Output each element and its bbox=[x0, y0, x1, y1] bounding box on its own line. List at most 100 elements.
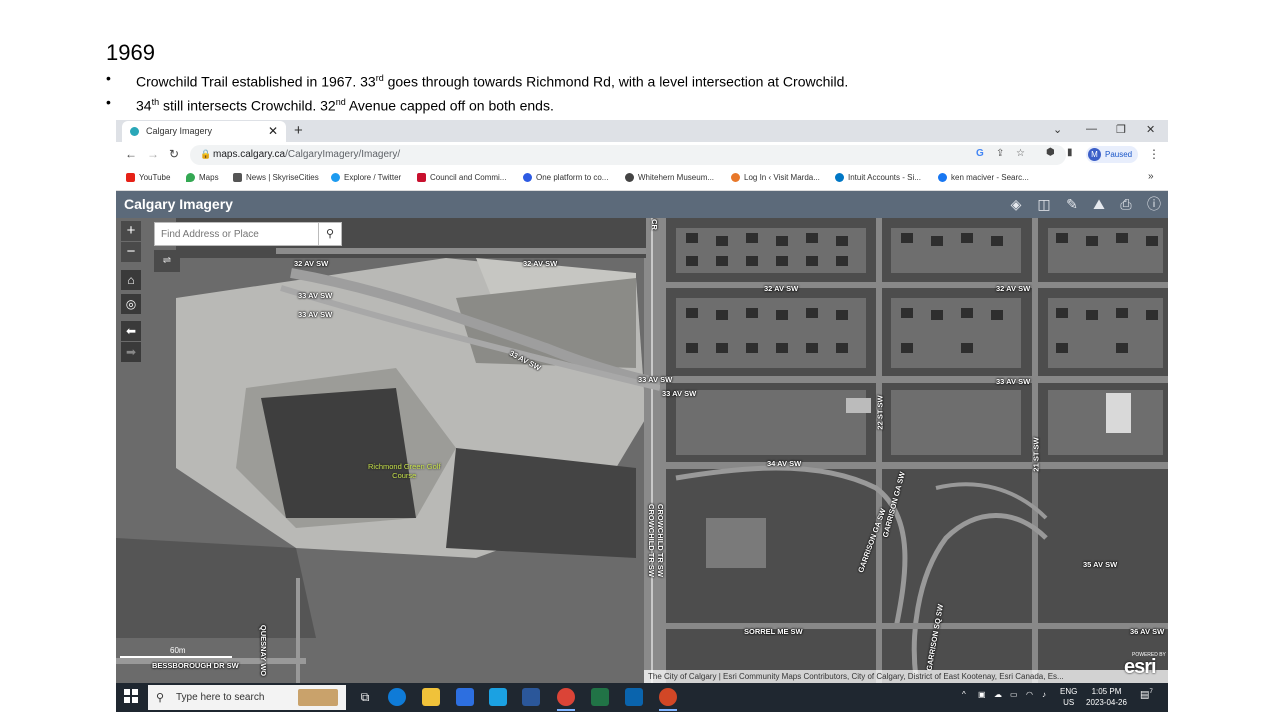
bullet-marker: • bbox=[106, 70, 111, 86]
road-label: 32 AV SW bbox=[996, 284, 1031, 293]
onedrive-icon[interactable]: ☁ bbox=[994, 690, 1002, 699]
search-icon[interactable]: ⚲ bbox=[318, 223, 341, 245]
chrome-icon[interactable] bbox=[557, 688, 575, 706]
search-icon: ⚲ bbox=[156, 692, 165, 704]
print-icon[interactable]: ⎙ bbox=[1117, 195, 1135, 213]
browser-menu-icon[interactable]: ⋮ bbox=[1148, 147, 1160, 161]
tray-overflow-icon[interactable]: ^ bbox=[962, 690, 966, 699]
road-label: 33 AV SW bbox=[996, 377, 1031, 386]
word-icon[interactable] bbox=[522, 688, 540, 706]
bookmark-facebook[interactable]: ken maciver - Searc... bbox=[938, 173, 1029, 183]
notification-icon[interactable]: ▤7 bbox=[1140, 689, 1153, 700]
minimize-icon[interactable]: — bbox=[1086, 123, 1097, 135]
zoom-out-button[interactable]: − bbox=[121, 242, 141, 262]
skyrise-icon bbox=[233, 173, 242, 183]
search-input[interactable] bbox=[157, 224, 321, 244]
bookmark-one-platform[interactable]: One platform to co... bbox=[523, 173, 609, 183]
restore-icon[interactable]: ❐ bbox=[1116, 123, 1126, 136]
lock-icon[interactable]: 🔒 bbox=[200, 149, 211, 160]
road-label: BESSBOROUGH DR SW bbox=[152, 661, 239, 670]
tab-search-icon[interactable]: ⌄ bbox=[1053, 123, 1062, 136]
more-bookmarks-icon[interactable]: » bbox=[1148, 171, 1154, 182]
address-bar[interactable]: 🔒 maps.calgary.ca/CalgaryImagery/Imagery… bbox=[190, 145, 1066, 165]
road-label: 21 ST SW bbox=[1031, 437, 1041, 472]
tab-title: Calgary Imagery bbox=[146, 126, 213, 136]
locate-icon[interactable]: ◎ bbox=[121, 294, 141, 314]
taskbar-search[interactable]: ⚲ Type here to search bbox=[148, 685, 346, 710]
forward-icon[interactable]: → bbox=[147, 147, 159, 161]
bullet-1-part-b: goes through towards Richmond Rd, with a… bbox=[383, 73, 849, 90]
bookmark-skyrise[interactable]: News | SkyriseCities bbox=[233, 173, 319, 183]
bookmark-youtube[interactable]: YouTube bbox=[126, 173, 170, 183]
google-lens-icon[interactable]: G bbox=[976, 148, 984, 159]
maps-icon bbox=[186, 173, 195, 183]
road-label: 22 ST SW bbox=[875, 395, 885, 430]
back-icon[interactable]: ← bbox=[125, 147, 137, 161]
side-panel-icon[interactable]: ▮ bbox=[1067, 147, 1073, 158]
l-app-icon[interactable] bbox=[489, 688, 507, 706]
edge-icon[interactable] bbox=[388, 688, 406, 706]
basemap-icon[interactable]: ⛰ bbox=[1090, 195, 1108, 213]
tab-close-icon[interactable]: ✕ bbox=[268, 124, 278, 138]
bullet-marker: • bbox=[106, 93, 111, 110]
file-explorer-icon[interactable] bbox=[422, 688, 440, 706]
wifi-icon[interactable]: ◠ bbox=[1026, 690, 1033, 699]
language-indicator[interactable]: ENG US bbox=[1060, 686, 1077, 708]
road-label: CR bbox=[649, 219, 659, 230]
bookmark-council[interactable]: Council and Commi... bbox=[417, 173, 506, 183]
road-label: 32 AV SW bbox=[523, 259, 558, 268]
bookmark-label: Whitehern Museum... bbox=[638, 173, 715, 182]
layers-icon[interactable]: ◈ bbox=[1007, 195, 1025, 213]
task-view-icon[interactable]: ⧉ bbox=[356, 688, 374, 706]
home-icon[interactable]: ⌂ bbox=[121, 270, 141, 290]
new-tab-button[interactable]: + bbox=[294, 122, 303, 139]
map-view[interactable]: 32 AV SW 32 AV SW 33 AV SW 33 AV SW 32 A… bbox=[116, 218, 1168, 683]
intuit-icon bbox=[835, 173, 844, 183]
share-icon[interactable]: ⇪ bbox=[996, 148, 1004, 159]
extension-icon[interactable]: ⬢ bbox=[1046, 147, 1055, 158]
bullet-1-sup: rd bbox=[375, 73, 384, 83]
system-clock[interactable]: 1:05 PM 2023-04-26 bbox=[1086, 686, 1127, 708]
bookmark-star-icon[interactable]: ☆ bbox=[1016, 148, 1025, 159]
bookmark-twitter[interactable]: Explore / Twitter bbox=[331, 173, 401, 183]
window-close-icon[interactable]: ✕ bbox=[1146, 123, 1155, 136]
bullet-2-sup: th bbox=[151, 96, 160, 107]
road-label: 33 AV SW bbox=[298, 291, 333, 300]
bookmark-marda[interactable]: Log In ‹ Visit Marda... bbox=[731, 173, 820, 183]
previous-extent-icon[interactable]: ⬅ bbox=[121, 321, 141, 341]
app-title: Calgary Imagery bbox=[124, 196, 233, 212]
clock-time: 1:05 PM bbox=[1091, 687, 1122, 696]
browser-screenshot: Calgary Imagery ✕ + ⌄ — ❐ ✕ ← → ↻ 🔒 maps… bbox=[116, 120, 1168, 712]
chrome-active-indicator bbox=[557, 709, 575, 711]
bookmark-whitehern[interactable]: Whitehern Museum... bbox=[625, 173, 715, 183]
volume-icon[interactable]: ♪ bbox=[1042, 690, 1046, 699]
zoom-in-button[interactable]: + bbox=[121, 221, 141, 241]
battery-icon[interactable]: ▭ bbox=[1010, 690, 1018, 699]
notification-count: 7 bbox=[1149, 689, 1153, 695]
bookmark-label: News | SkyriseCities bbox=[246, 173, 319, 182]
measure-icon[interactable]: ✎ bbox=[1063, 195, 1081, 213]
reload-icon[interactable]: ↻ bbox=[169, 147, 179, 161]
bookmark-maps[interactable]: Maps bbox=[186, 173, 219, 183]
store-icon[interactable] bbox=[456, 688, 474, 706]
windows-start-icon[interactable] bbox=[124, 689, 138, 703]
council-icon bbox=[417, 173, 426, 183]
site-favicon-icon bbox=[130, 127, 139, 136]
outlook-icon[interactable] bbox=[625, 688, 643, 706]
info-icon[interactable]: ⓘ bbox=[1145, 195, 1163, 213]
next-extent-icon[interactable]: ➡ bbox=[121, 342, 141, 362]
tray-app-icon[interactable]: ▣ bbox=[978, 690, 986, 699]
bookmark-intuit[interactable]: Intuit Accounts - Si... bbox=[835, 173, 921, 183]
powerpoint-icon[interactable] bbox=[659, 688, 677, 706]
profile-button[interactable]: M Paused bbox=[1086, 146, 1138, 163]
bookmark-label: One platform to co... bbox=[536, 173, 609, 182]
bookmark-label: Intuit Accounts - Si... bbox=[848, 173, 921, 182]
browser-tab[interactable]: Calgary Imagery ✕ bbox=[122, 121, 286, 142]
esri-logo[interactable]: esri bbox=[1124, 656, 1157, 679]
collapse-search-icon[interactable]: ⇌ bbox=[154, 250, 180, 272]
poi-label: Richmond Green Golf Course bbox=[368, 462, 441, 480]
road-label: QUESNAY WO bbox=[259, 624, 269, 677]
url-text[interactable]: maps.calgary.ca/CalgaryImagery/Imagery/ bbox=[213, 149, 400, 160]
excel-icon[interactable] bbox=[591, 688, 609, 706]
swipe-compare-icon[interactable]: ◫ bbox=[1035, 195, 1053, 213]
